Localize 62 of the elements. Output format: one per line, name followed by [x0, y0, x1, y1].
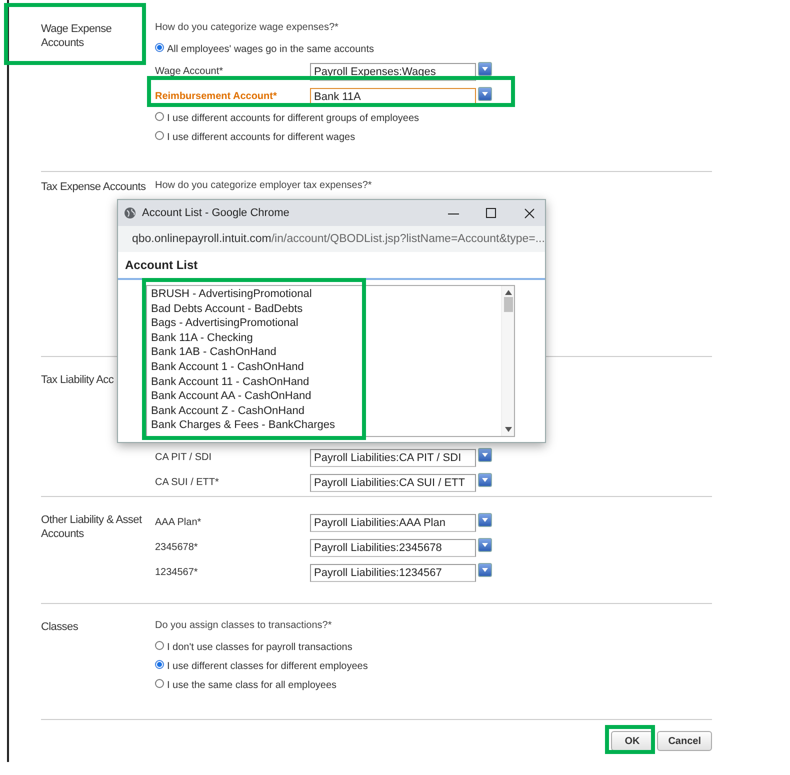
- radio-button[interactable]: [155, 641, 164, 650]
- dropdown-button[interactable]: [478, 562, 492, 576]
- dropdown-button[interactable]: [478, 512, 492, 526]
- section-title: Classes: [41, 621, 78, 633]
- account-field[interactable]: Payroll Liabilities:CA PIT / SDI: [310, 448, 476, 466]
- account-option[interactable]: Bad Debts Account - BadDebts: [151, 302, 497, 316]
- question-text: How do you categorize employer tax expenses?*: [155, 180, 372, 193]
- account-option[interactable]: BRUSH - AdvertisingPromotional: [151, 287, 497, 302]
- scrollbar[interactable]: [501, 286, 514, 436]
- maximize-icon[interactable]: [486, 208, 496, 218]
- radio-label: I don't use classes for payroll transactions: [167, 642, 352, 653]
- radio-label: All employees' wages go in the same accounts: [167, 44, 374, 55]
- radio-button[interactable]: [155, 43, 164, 52]
- radio-button[interactable]: [155, 679, 164, 688]
- account-field[interactable]: Payroll Liabilities:CA SUI / ETT: [310, 474, 476, 492]
- question-text: How do you categorize wage expenses?*: [155, 22, 340, 35]
- field-label: CA PIT / SDI: [155, 452, 212, 463]
- radio-label: I use different accounts for different groups of employees: [167, 113, 420, 124]
- address-bar[interactable]: qbo.onlinepayroll.intuit.com/in/account/QBODList.jsp?listName=Account&type=...: [118, 226, 545, 252]
- globe-icon: [124, 207, 136, 219]
- scroll-up-icon[interactable]: [504, 290, 512, 295]
- close-icon[interactable]: [524, 208, 534, 218]
- account-option[interactable]: Bank Account 1 - CashOnHand: [151, 360, 497, 375]
- section-title: Wage Expense Accounts: [41, 23, 112, 49]
- field-label: Reimbursement Account*: [155, 91, 278, 102]
- account-option[interactable]: Bank 11A - Checking: [151, 330, 497, 346]
- field-label: 1234567*: [155, 567, 199, 578]
- radio-button[interactable]: [155, 112, 164, 121]
- dialog-button[interactable]: OK: [611, 731, 654, 751]
- account-field[interactable]: Payroll Liabilities:2345678: [310, 538, 476, 556]
- dropdown-button[interactable]: [478, 472, 492, 486]
- field-label: Wage Account*: [155, 66, 224, 77]
- radio-label: I use different classes for different employees: [167, 661, 368, 672]
- field-label: 2345678*: [155, 542, 199, 553]
- list-heading: Account List: [125, 258, 198, 272]
- popup-title: Account List - Google Chrome: [142, 207, 290, 219]
- dialog-button[interactable]: Cancel: [657, 731, 712, 751]
- section-title: Tax Liability Acc: [41, 374, 114, 386]
- account-option[interactable]: Bags - AdvertisingPromotional: [151, 316, 497, 331]
- dropdown-button[interactable]: [478, 538, 492, 552]
- dropdown-button[interactable]: [478, 86, 492, 100]
- question-text: Do you assign classes to transactions?*: [155, 620, 333, 633]
- account-option[interactable]: Bank Account AA - CashOnHand: [151, 389, 497, 404]
- field-label: CA SUI / ETT*: [155, 477, 220, 488]
- radio-label: I use the same class for all employees: [167, 680, 337, 691]
- radio-button[interactable]: [155, 660, 164, 669]
- scroll-down-icon[interactable]: [504, 427, 512, 432]
- scrollbar-thumb[interactable]: [504, 297, 512, 312]
- radio-label: I use different accounts for different wages: [167, 132, 356, 143]
- section-title: Other Liability & Asset Accounts: [41, 514, 142, 540]
- dropdown-button[interactable]: [478, 448, 492, 462]
- dropdown-button[interactable]: [478, 62, 492, 76]
- account-option[interactable]: Bank Account 11 - CashOnHand: [151, 374, 497, 390]
- section-title: Tax Expense Accounts: [41, 181, 146, 193]
- account-field[interactable]: Payroll Liabilities:1234567: [310, 564, 476, 582]
- radio-button[interactable]: [155, 131, 164, 140]
- field-label: AAA Plan*: [155, 517, 202, 528]
- url-text: qbo.onlinepayroll.intuit.com/in/account/QBODList.jsp?listName=Account&type=...: [132, 233, 545, 245]
- account-option[interactable]: Bank Account Z - CashOnHand: [151, 404, 497, 418]
- account-option[interactable]: Bank Charges & Fees - BankCharges: [151, 418, 497, 433]
- account-field[interactable]: Payroll Liabilities:AAA Plan: [310, 514, 476, 532]
- account-option[interactable]: Bank 1AB - CashOnHand: [151, 345, 497, 360]
